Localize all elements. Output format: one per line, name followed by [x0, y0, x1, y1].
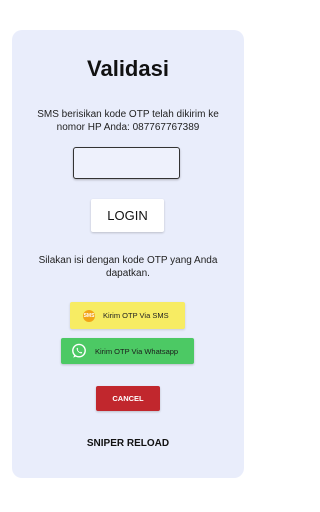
- send-otp-sms-label: Kirim OTP Via SMS: [103, 311, 169, 320]
- login-button[interactable]: LOGIN: [91, 199, 164, 232]
- sms-icon: SMS: [83, 309, 95, 322]
- otp-hint-text: Silakan isi dengan kode OTP yang Anda da…: [38, 255, 218, 279]
- page-title: Validasi: [87, 56, 169, 81]
- otp-sent-message: SMS berisikan kode OTP telah dikirim ke …: [37, 109, 219, 133]
- cancel-button[interactable]: CANCEL: [96, 386, 160, 411]
- otp-input[interactable]: [73, 147, 180, 179]
- whatsapp-icon: [72, 343, 86, 358]
- brand-name: SNIPER RELOAD: [86, 438, 170, 449]
- send-otp-whatsapp-button[interactable]: Kirim OTP Via Whatsapp: [61, 338, 194, 364]
- send-otp-sms-button[interactable]: SMS Kirim OTP Via SMS: [70, 302, 185, 329]
- validation-card: Validasi SMS berisikan kode OTP telah di…: [12, 30, 244, 478]
- send-otp-whatsapp-label: Kirim OTP Via Whatsapp: [95, 346, 179, 356]
